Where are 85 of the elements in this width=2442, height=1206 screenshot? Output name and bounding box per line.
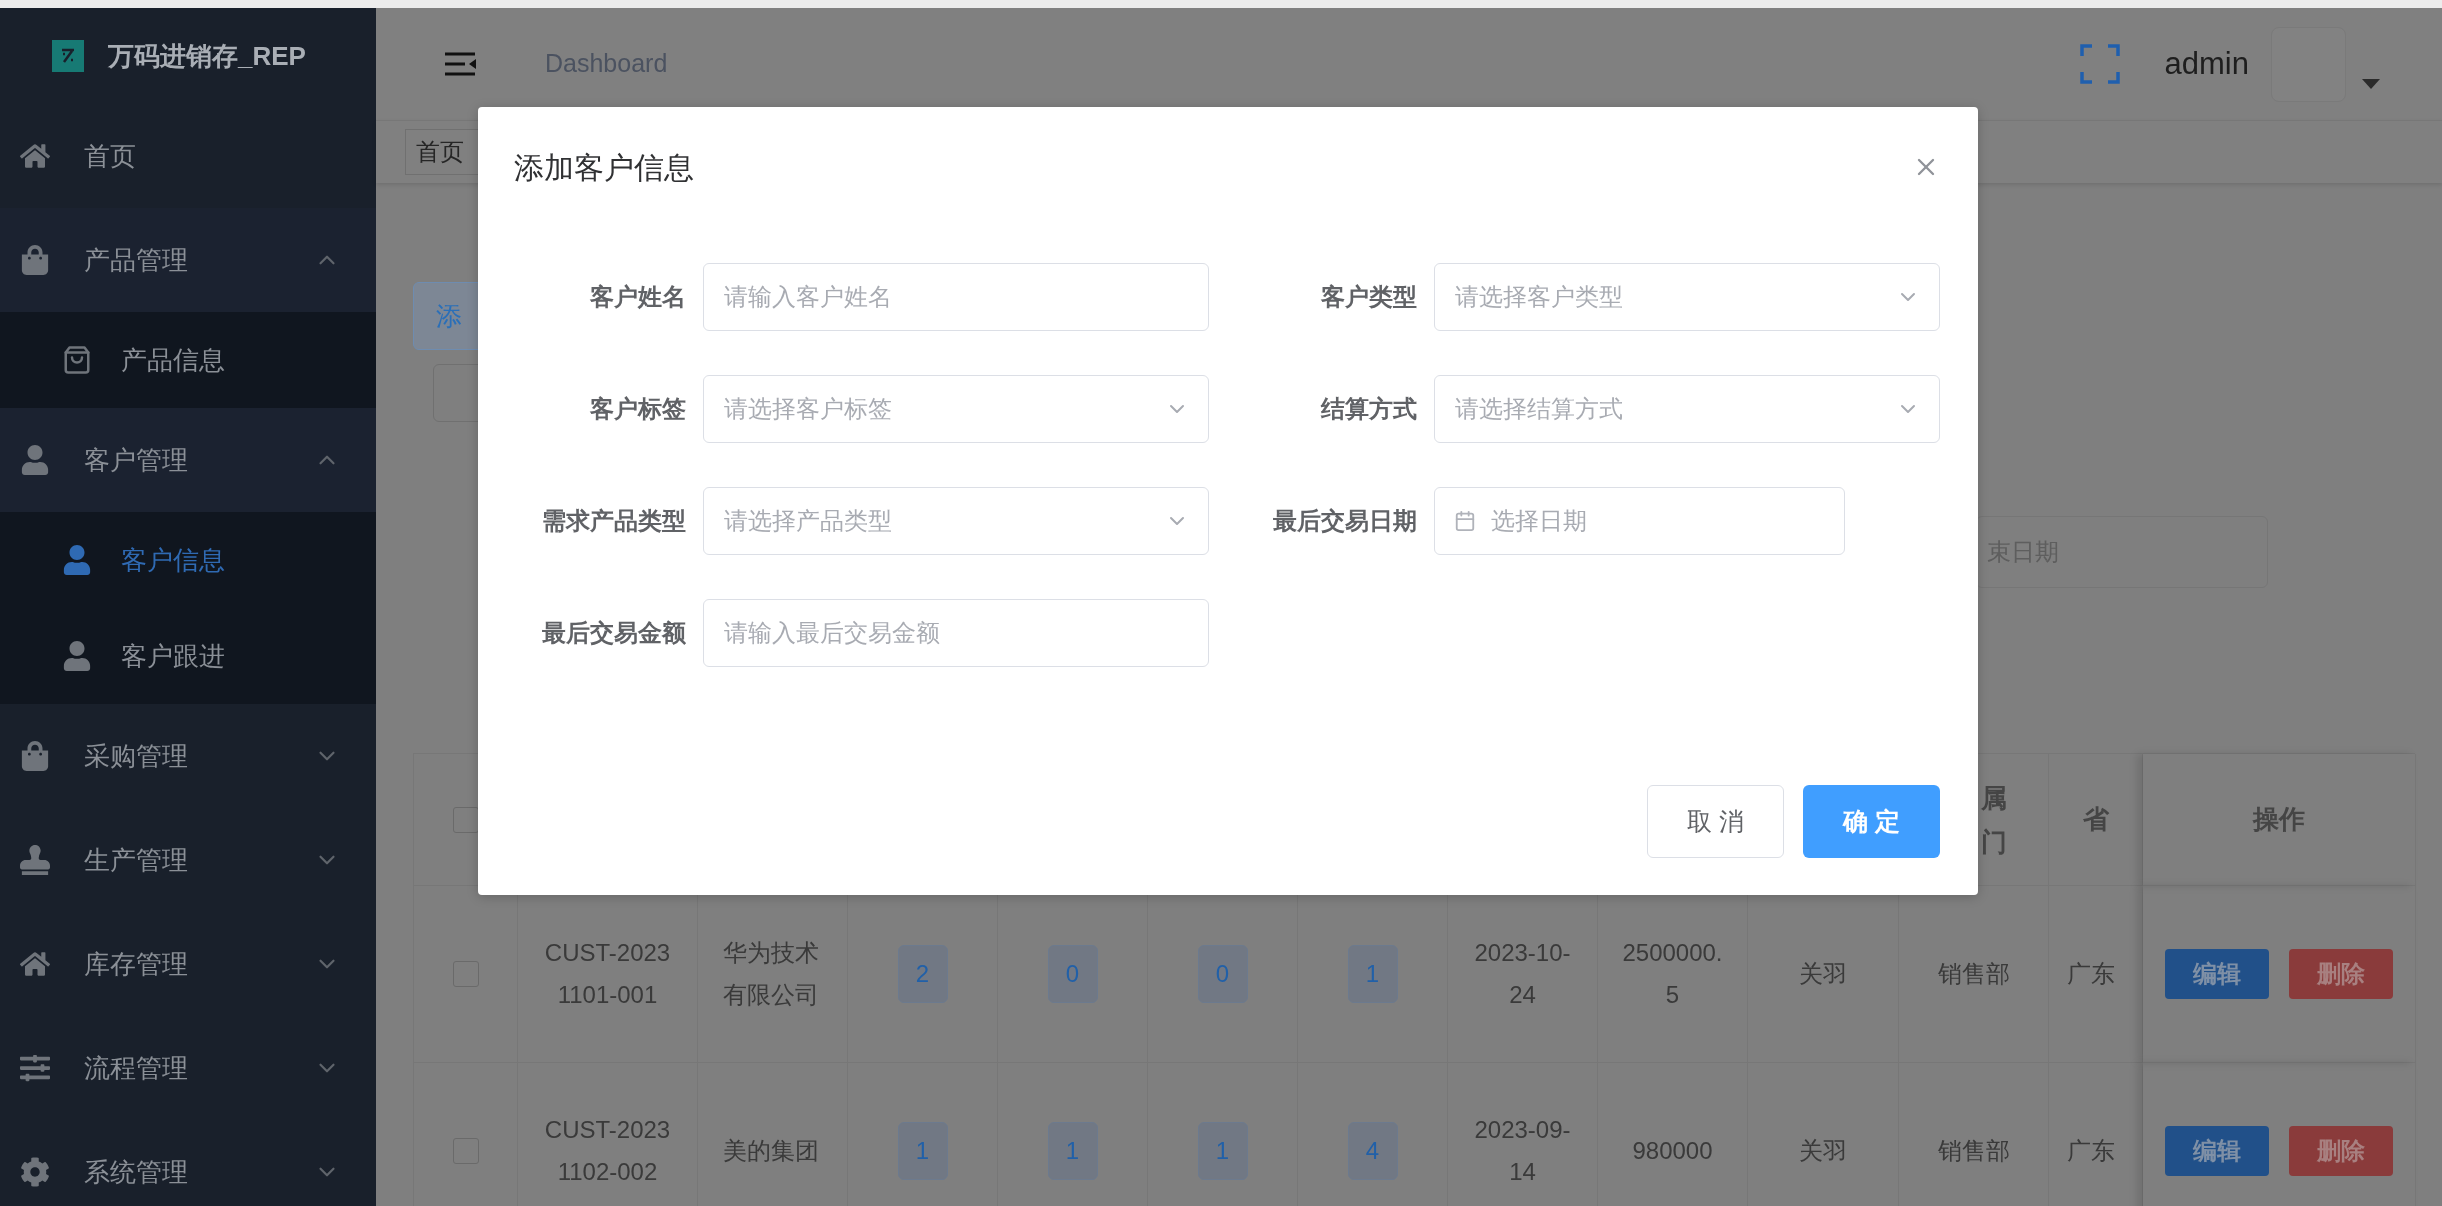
submenu-item[interactable]: 客户跟进 <box>0 608 376 704</box>
menu-label: 流程管理 <box>84 1051 189 1085</box>
date-field[interactable]: 选择日期 <box>1434 487 1845 555</box>
count-tag: 4 <box>1347 1122 1398 1180</box>
count-tag: 2 <box>897 945 948 1003</box>
table-cell-text: 销售部 <box>1937 959 2010 989</box>
sidebar-menu-item[interactable]: 库存管理 <box>0 912 376 1016</box>
username: admin <box>2164 44 2249 83</box>
menu-label: 系统管理 <box>84 1155 189 1189</box>
table-cell-text: 2023-09-14 <box>1473 1115 1572 1187</box>
table-cell-text: 关羽 <box>1799 1136 1847 1166</box>
column-header: 门 <box>1981 825 2007 859</box>
table-cell-text: CUST-20231101-001 <box>543 938 672 1010</box>
table-cell-text: 广东 <box>2067 1136 2115 1166</box>
field-label: 客户标签 <box>589 394 687 424</box>
sidebar-menu-item[interactable]: 系统管理 <box>0 1120 376 1206</box>
sidebar-menu-item[interactable]: 客户管理 <box>0 408 376 512</box>
menu-label: 库存管理 <box>84 947 189 981</box>
menu-label: 产品管理 <box>84 243 189 277</box>
fullscreen-icon[interactable] <box>2079 44 2120 84</box>
count-tag: 1 <box>1347 945 1398 1003</box>
menu-label: 采购管理 <box>84 739 189 773</box>
calendar-icon <box>1454 510 1476 532</box>
table-cell-text: CUST-20231102-002 <box>543 1115 672 1187</box>
field-label: 最后交易日期 <box>1272 506 1418 536</box>
shopping-bag-icon <box>62 345 92 375</box>
count-tag: 0 <box>1047 945 1098 1003</box>
user-icon <box>20 445 50 475</box>
table-cell-text: 华为技术有限公司 <box>722 938 820 1010</box>
table-cell-text: 关羽 <box>1799 959 1847 989</box>
count-tag: 0 <box>1197 945 1248 1003</box>
user-icon <box>62 545 92 575</box>
table-cell-text: 销售部 <box>1937 1136 2010 1166</box>
submenu-item[interactable]: 产品信息 <box>0 312 376 408</box>
table-cell-text: 2500000.5 <box>1621 938 1724 1010</box>
user-icon <box>62 641 92 671</box>
menu-label: 产品信息 <box>121 343 225 377</box>
field-label: 需求产品类型 <box>541 506 687 536</box>
table-cell-text: 2023-10-24 <box>1473 938 1572 1010</box>
field-label: 最后交易金额 <box>541 618 687 648</box>
column-header: 操作 <box>2253 803 2305 836</box>
field-label: 结算方式 <box>1319 394 1418 424</box>
logo-icon <box>52 40 84 72</box>
select-field[interactable]: 请选择客户标签 <box>703 375 1209 443</box>
stamp-icon <box>20 845 50 875</box>
select-field[interactable]: 请选择产品类型 <box>703 487 1209 555</box>
table-cell-text: 980000 <box>1631 1136 1714 1166</box>
gear-icon <box>20 1157 50 1187</box>
input-field[interactable]: 请输入最后交易金额 <box>703 599 1209 667</box>
submenu-item[interactable]: 客户信息 <box>0 512 376 608</box>
field-label: 客户类型 <box>1320 282 1418 312</box>
house-icon <box>20 949 50 979</box>
menu-label: 客户信息 <box>121 543 225 577</box>
sidebar-menu-item[interactable]: 首页 <box>0 104 376 208</box>
sidebar-menu-item[interactable]: 流程管理 <box>0 1016 376 1120</box>
cancel-button[interactable]: 取消 <box>1647 785 1784 858</box>
table-cell-text: 广东 <box>2067 959 2115 989</box>
menu-icon[interactable] <box>445 52 477 76</box>
edit-button[interactable]: 编辑 <box>2165 949 2269 999</box>
select-field[interactable]: 请选择结算方式 <box>1434 375 1940 443</box>
sidebar-menu-item[interactable]: 采购管理 <box>0 704 376 808</box>
column-header: 省 <box>2082 803 2109 836</box>
sidebar-menu-item[interactable]: 生产管理 <box>0 808 376 912</box>
column-header: 属 <box>1981 781 2007 815</box>
shopping-bag-icon <box>20 741 50 771</box>
field-label: 客户姓名 <box>589 282 687 312</box>
input-field[interactable]: 请输入客户姓名 <box>703 263 1209 331</box>
dialog-title: 添加客户信息 <box>514 149 694 186</box>
app-name: 万码进销存_REP <box>108 39 306 73</box>
sliders-icon <box>20 1053 50 1083</box>
menu-label: 客户跟进 <box>121 639 225 673</box>
shopping-bag-icon <box>20 245 50 275</box>
sidebar-menu-item[interactable]: 产品管理 <box>0 208 376 312</box>
menu-label: 首页 <box>84 139 137 173</box>
caret-down-icon[interactable] <box>2362 79 2380 89</box>
house-icon <box>20 141 50 171</box>
select-field[interactable]: 请选择客户类型 <box>1434 263 1940 331</box>
menu-label: 客户管理 <box>84 443 189 477</box>
table-cell-text: 美的集团 <box>722 1136 820 1166</box>
count-tag: 1 <box>897 1122 948 1180</box>
confirm-button[interactable]: 确定 <box>1803 785 1940 858</box>
count-tag: 1 <box>1197 1122 1248 1180</box>
count-tag: 1 <box>1047 1122 1098 1180</box>
menu-label: 生产管理 <box>84 843 189 877</box>
edit-button[interactable]: 编辑 <box>2165 1126 2269 1176</box>
